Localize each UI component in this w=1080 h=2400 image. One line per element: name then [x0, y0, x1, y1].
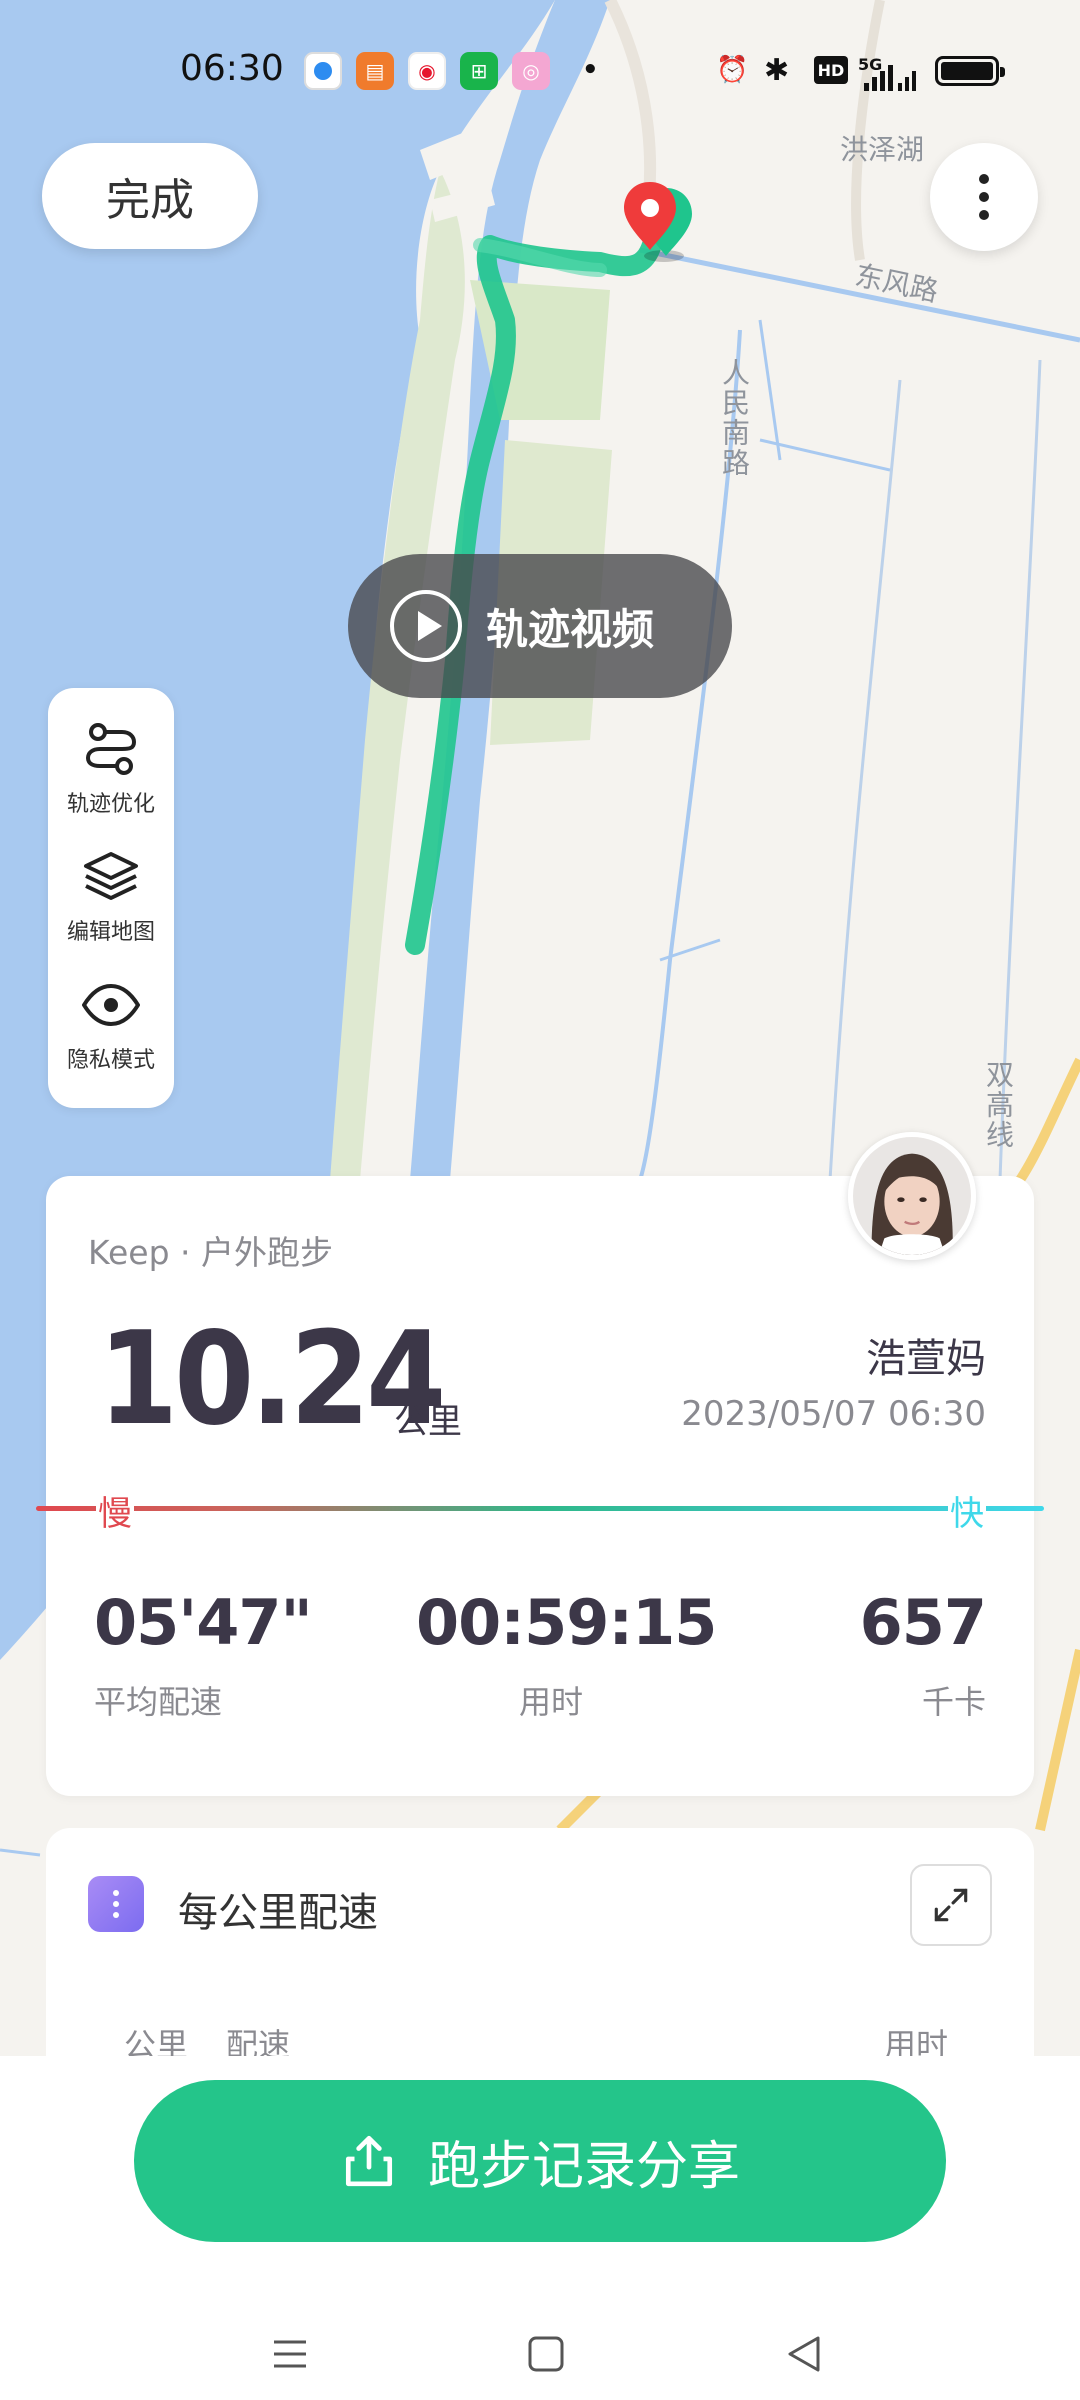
- track-video-button[interactable]: 轨迹视频: [348, 554, 732, 698]
- edit-map-label: 编辑地图: [66, 920, 155, 945]
- calories-label: 千卡: [921, 1683, 986, 1721]
- browser-icon: [304, 52, 342, 90]
- back-triangle-icon: [788, 2336, 820, 2372]
- distance-unit: 公里: [394, 1402, 462, 1442]
- average-pace-stat: 05'47" 平均配速: [94, 1586, 313, 1723]
- pace-list-icon: [88, 1876, 144, 1932]
- more-options-button[interactable]: [930, 143, 1038, 251]
- route-optimize-label: 轨迹优化: [66, 792, 155, 817]
- home-square-icon: [528, 2336, 564, 2372]
- share-run-record-button[interactable]: 跑步记录分享: [134, 2080, 946, 2242]
- activity-source: Keep · 户外跑步: [88, 1233, 334, 1272]
- route-optimize-button[interactable]: 轨迹优化: [48, 718, 174, 846]
- pace-slow-label: 慢: [96, 1486, 134, 1535]
- expand-icon: [934, 1888, 968, 1922]
- play-icon: [390, 590, 462, 662]
- menu-nav-button[interactable]: [266, 2330, 314, 2378]
- map-label-renmin-south-road: 人民南路: [718, 358, 751, 478]
- record-datetime: 2023/05/07 06:30: [681, 1394, 986, 1434]
- system-navigation-bar: [0, 2290, 1080, 2400]
- calories-stat: 657 千卡: [859, 1586, 987, 1723]
- more-vertical-icon: [979, 174, 989, 184]
- wechat-mini-icon: ⊞: [460, 52, 498, 90]
- alarm-icon: ⏰: [716, 55, 749, 85]
- share-run-record-label: 跑步记录分享: [427, 2136, 740, 2197]
- per-km-pace-title: 每公里配速: [178, 1890, 378, 1936]
- hd-icon: HD: [814, 56, 848, 84]
- menu-icon: [274, 2340, 306, 2368]
- run-summary-card: Keep · 户外跑步 10.24 公里 浩萱妈 2023/05/07 06:3…: [36, 1176, 1044, 1796]
- signal-icon: [862, 60, 922, 96]
- route-icon: [85, 723, 137, 775]
- map-label-shuanggao-line: 双高线: [982, 1060, 1015, 1150]
- pace-gradient-bar: [36, 1506, 1044, 1511]
- calories-value: 657: [859, 1586, 987, 1659]
- weibo-icon: ◉: [408, 52, 446, 90]
- expand-button[interactable]: [910, 1864, 992, 1946]
- done-button[interactable]: 完成: [42, 143, 258, 249]
- reader-icon: ▤: [356, 52, 394, 90]
- track-video-label: 轨迹视频: [486, 604, 655, 654]
- privacy-mode-label: 隐私模式: [66, 1048, 155, 1073]
- privacy-mode-button[interactable]: 隐私模式: [48, 974, 174, 1102]
- home-nav-button[interactable]: [522, 2330, 570, 2378]
- back-nav-button[interactable]: [780, 2330, 828, 2378]
- layers-icon: [84, 852, 138, 900]
- status-bar: 06:30 ▤ ◉ ⊞ ◎ • ⏰ ✱ HD 5G: [0, 0, 1080, 140]
- camera-icon: ◎: [512, 52, 550, 90]
- status-time: 06:30: [180, 48, 284, 89]
- edit-map-button[interactable]: 编辑地图: [48, 846, 174, 974]
- distance-value: 10.24: [98, 1305, 446, 1454]
- battery-icon: [935, 56, 1005, 86]
- duration-value: 00:59:15: [416, 1586, 717, 1659]
- notification-dot-icon: •: [582, 55, 599, 85]
- duration-stat: 00:59:15 用时: [416, 1586, 717, 1723]
- eye-icon: [82, 984, 140, 1026]
- user-name: 浩萱妈: [866, 1336, 986, 1382]
- average-pace-value: 05'47": [94, 1586, 313, 1659]
- end-location-pin-icon: [614, 178, 694, 268]
- pace-fast-label: 快: [948, 1486, 986, 1535]
- duration-label: 用时: [518, 1683, 583, 1721]
- map-tools-panel: 轨迹优化 编辑地图 隐私模式: [48, 688, 174, 1108]
- bluetooth-icon: ✱: [764, 52, 790, 88]
- avatar[interactable]: [848, 1132, 976, 1260]
- average-pace-label: 平均配速: [94, 1683, 223, 1721]
- share-icon: [345, 2135, 393, 2187]
